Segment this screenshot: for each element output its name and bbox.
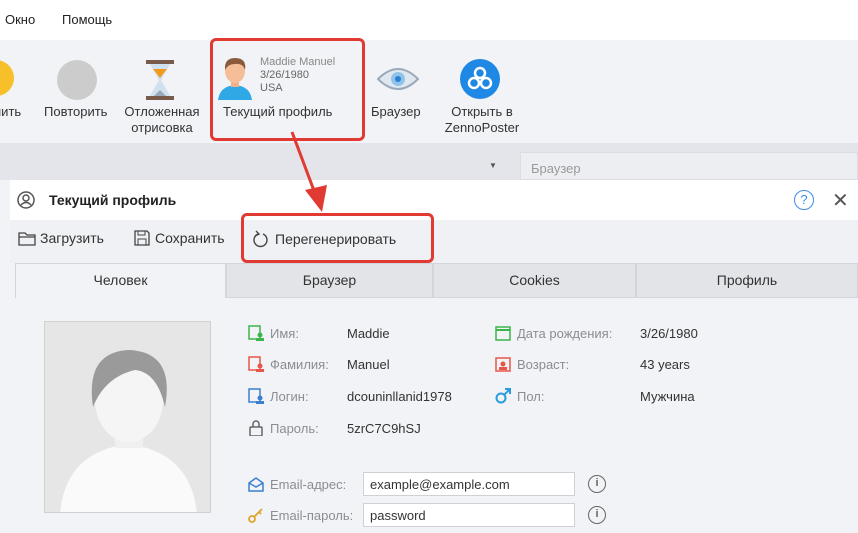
first-name-value: Maddie [347,326,390,341]
email-password-label: Email-пароль: [270,508,354,523]
deferred-line1: Отложенная [124,104,200,119]
login-value: dcouninllanid1978 [347,389,452,404]
save-label: Сохранить [155,230,225,246]
dropdown-arrow-icon[interactable]: ▼ [489,161,497,170]
password-label: Пароль: [270,421,319,436]
age-icon [495,356,511,375]
sex-value: Мужчина [640,389,695,404]
email-input[interactable] [363,472,575,496]
dob-label: Дата рождения: [517,326,613,341]
login-icon [248,388,264,407]
last-name-value: Manuel [347,357,390,372]
browser-button[interactable]: Браузер [371,104,421,120]
regenerate-label: Перегенерировать [275,231,397,247]
close-icon[interactable]: ✕ [832,188,849,213]
panel-header: Текущий профиль ? ✕ [10,180,858,220]
current-profile-label: Текущий профиль [223,104,333,119]
calendar-icon [495,325,511,344]
email-label: Email-адрес: [270,477,347,492]
load-label: Загрузить [40,230,104,246]
profile-country: USA [260,82,283,94]
refresh-icon [253,230,268,248]
tab-person[interactable]: Человек [15,263,226,298]
profile-dob: 3/26/1980 [260,69,309,81]
hourglass-icon [146,60,174,100]
panel-toolbar: Загрузить Сохранить Перегенерировать [10,213,858,263]
save-button[interactable]: нить [0,104,21,120]
repeat-icon [57,60,97,100]
current-profile-panel: Текущий профиль ? ✕ Загрузить Сохранить … [10,180,858,533]
save-icon [0,60,14,96]
envelope-icon [248,476,264,495]
load-button[interactable]: Загрузить [18,230,104,246]
menu-window[interactable]: Окно [5,12,35,27]
tab-browser[interactable]: Браузер [226,263,433,298]
repeat-button[interactable]: Повторить [44,104,107,120]
first-name-icon [248,325,264,344]
password-value: 5zrC7C9hSJ [347,421,421,436]
browser-field[interactable]: Браузер [520,152,858,180]
help-icon[interactable]: ? [794,190,814,210]
current-profile-button[interactable]: Maddie Manuel 3/26/1980 USA Текущий проф… [210,38,365,141]
secondary-bar: ▼ Браузер [0,143,858,180]
dob-value: 3/26/1980 [640,326,698,341]
male-icon [495,388,511,407]
open-in-zennoposter-button[interactable]: Открыть в ZennoPoster [440,104,524,136]
age-value: 43 years [640,357,690,372]
profile-circle-icon [17,191,35,209]
tab-profile[interactable]: Профиль [636,263,858,298]
zennoposter-icon [460,59,500,99]
key-icon [248,507,264,526]
menu-bar: Окно Помощь [0,0,858,40]
main-toolbar: нить Повторить Отложенная отрисовка Madd… [0,38,858,143]
regenerate-button[interactable]: Перегенерировать [253,230,396,248]
save-profile-button[interactable]: Сохранить [134,230,225,246]
age-label: Возраст: [517,357,570,372]
profile-name: Maddie Manuel [260,56,336,68]
profile-photo [44,321,211,513]
login-label: Логин: [270,389,309,404]
panel-title: Текущий профиль [49,192,177,208]
last-name-label: Фамилия: [270,357,329,372]
deferred-line2: отрисовка [131,120,193,135]
avatar-icon [218,58,252,100]
menu-help[interactable]: Помощь [62,12,112,27]
floppy-icon [134,230,150,246]
deferred-render-button[interactable]: Отложенная отрисовка [122,104,202,136]
folder-icon [18,232,36,246]
open-line2: ZennoPoster [444,120,520,135]
first-name-label: Имя: [270,326,299,341]
eye-icon [377,68,419,90]
tab-cookies[interactable]: Cookies [433,263,636,298]
email-password-info-icon[interactable]: i [588,506,606,524]
email-password-input[interactable] [363,503,575,527]
lock-icon [248,420,264,439]
email-info-icon[interactable]: i [588,475,606,493]
open-line1: Открыть в [451,104,513,119]
person-silhouette-icon [60,350,197,512]
last-name-icon [248,356,264,375]
sex-label: Пол: [517,389,545,404]
